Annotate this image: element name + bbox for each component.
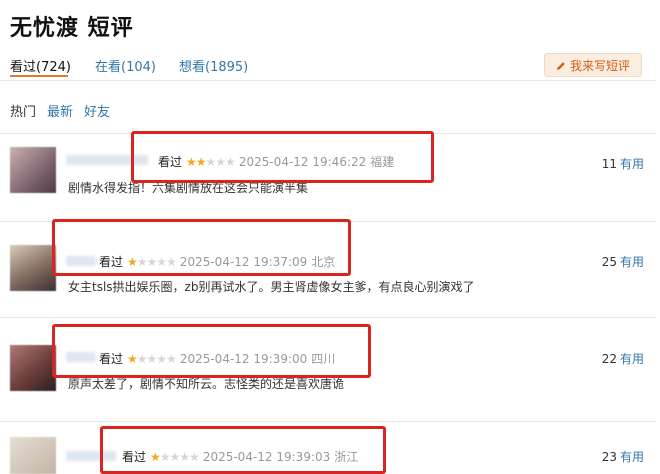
avatar xyxy=(10,345,56,391)
useful-vote[interactable]: 22 有用 xyxy=(602,350,644,367)
comment-item: 看过 ★★★★★ 2025-04-12 19:39:00 四川 原声太差了，剧情不知所… xyxy=(0,317,660,421)
useful-count: 11 xyxy=(601,157,617,171)
active-tab-indicator xyxy=(10,75,68,77)
tab-wish[interactable]: 想看(1895) xyxy=(179,56,248,75)
comment-text: 女主tsls拱出娱乐圈，zb别再试水了。男主肾虚像女主爹，有点良心别演戏了 xyxy=(68,280,475,294)
pencil-icon xyxy=(556,54,566,78)
useful-vote[interactable]: 23 有用 xyxy=(602,448,644,465)
tabs-divider xyxy=(0,80,656,81)
avatar xyxy=(10,245,56,291)
useful-vote[interactable]: 25 有用 xyxy=(602,253,644,270)
comment-item: 看过 ★★★★★ 2025-04-12 19:39:03 浙江 23 有用 xyxy=(0,421,660,474)
useful-count: 23 xyxy=(601,450,617,464)
useful-label[interactable]: 有用 xyxy=(620,157,644,171)
highlight-box xyxy=(131,131,434,183)
avatar xyxy=(10,437,56,474)
tab-watched[interactable]: 看过(724) xyxy=(10,56,71,75)
avatar xyxy=(10,147,56,193)
useful-count: 22 xyxy=(601,352,617,366)
highlight-box xyxy=(52,219,351,276)
tab-watching[interactable]: 在看(104) xyxy=(95,56,156,75)
sort-latest[interactable]: 最新 xyxy=(47,101,73,120)
useful-count: 25 xyxy=(601,255,617,269)
sort-friends[interactable]: 好友 xyxy=(84,101,110,120)
comment-divider xyxy=(0,421,656,422)
highlight-box xyxy=(52,324,371,378)
useful-vote[interactable]: 11 有用 xyxy=(602,155,644,172)
useful-label[interactable]: 有用 xyxy=(620,450,644,464)
useful-label[interactable]: 有用 xyxy=(620,255,644,269)
comment-item: 看过 ★★★★★ 2025-04-12 19:37:09 北京 女主tsls拱出娱乐圈… xyxy=(0,219,660,317)
page-title: 无忧渡 短评 xyxy=(10,16,134,41)
useful-label[interactable]: 有用 xyxy=(620,352,644,366)
comment-divider xyxy=(0,317,656,318)
write-review-button[interactable]: 我来写短评 xyxy=(544,53,642,77)
comment-item: 看过 ★★★★★ 2025-04-12 19:46:22 福建 剧情水得发指！六集剧情… xyxy=(0,131,660,221)
write-review-label: 我来写短评 xyxy=(569,59,630,73)
sort-hot[interactable]: 热门 xyxy=(10,101,36,120)
highlight-box xyxy=(100,426,386,474)
